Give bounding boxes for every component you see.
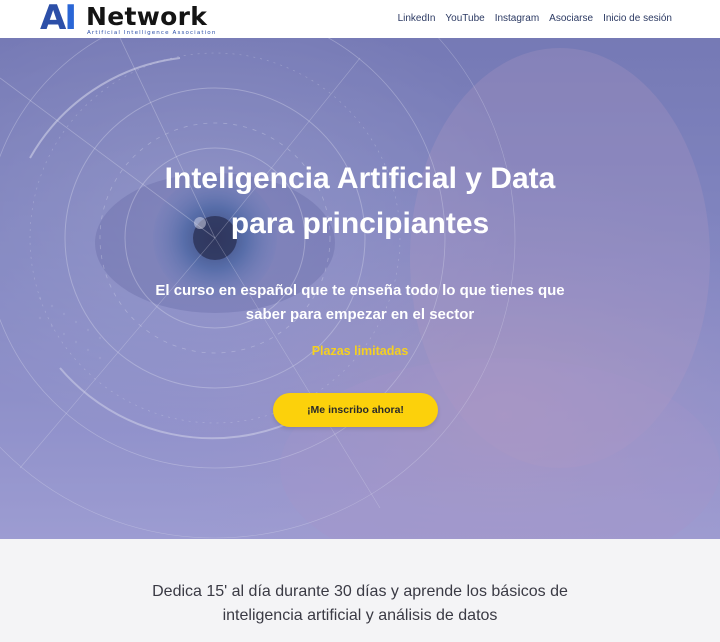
hero-title-line-2: para principiantes [230, 207, 490, 240]
logo-name: Network [86, 2, 208, 31]
hero-subtitle-line-1: El curso en español que te enseña todo l… [155, 282, 565, 299]
nav-youtube[interactable]: YouTube [445, 12, 484, 26]
logo-tagline: Artificial Intelligence Association [87, 30, 217, 36]
hero-subtitle: El curso en español que te enseña todo l… [0, 279, 720, 327]
site-header: AI Network Artificial Intelligence Assoc… [0, 0, 720, 38]
logo-mark: AI [40, 0, 77, 38]
course-intro-text: Dedica 15' al día durante 30 días y apre… [0, 580, 720, 628]
hero-title: Inteligencia Artificial y Data para prin… [0, 156, 720, 246]
hero-subtitle-line-2: saber para empezar en el sector [245, 306, 475, 323]
nav-inicio-sesion[interactable]: Inicio de sesión [603, 12, 672, 26]
limited-spots-label: Plazas limitadas [311, 344, 409, 358]
nav-linkedin[interactable]: LinkedIn [398, 12, 436, 26]
hero-banner: Inteligencia Artificial y Data para prin… [0, 38, 720, 539]
course-intro-line-1: Dedica 15' al día durante 30 días y apre… [152, 583, 568, 600]
course-intro-line-2: inteligencia artificial y análisis de da… [222, 607, 498, 624]
enroll-now-button[interactable]: ¡Me inscribo ahora! [273, 393, 438, 427]
course-intro-section: Dedica 15' al día durante 30 días y apre… [0, 539, 720, 642]
nav-asociarse[interactable]: Asociarse [549, 12, 593, 26]
ai-network-logo[interactable]: AI Network Artificial Intelligence Assoc… [40, 0, 220, 38]
hero-title-line-1: Inteligencia Artificial y Data [164, 162, 556, 195]
main-nav: LinkedIn YouTube Instagram Asociarse Ini… [398, 12, 672, 26]
nav-instagram[interactable]: Instagram [495, 12, 539, 26]
